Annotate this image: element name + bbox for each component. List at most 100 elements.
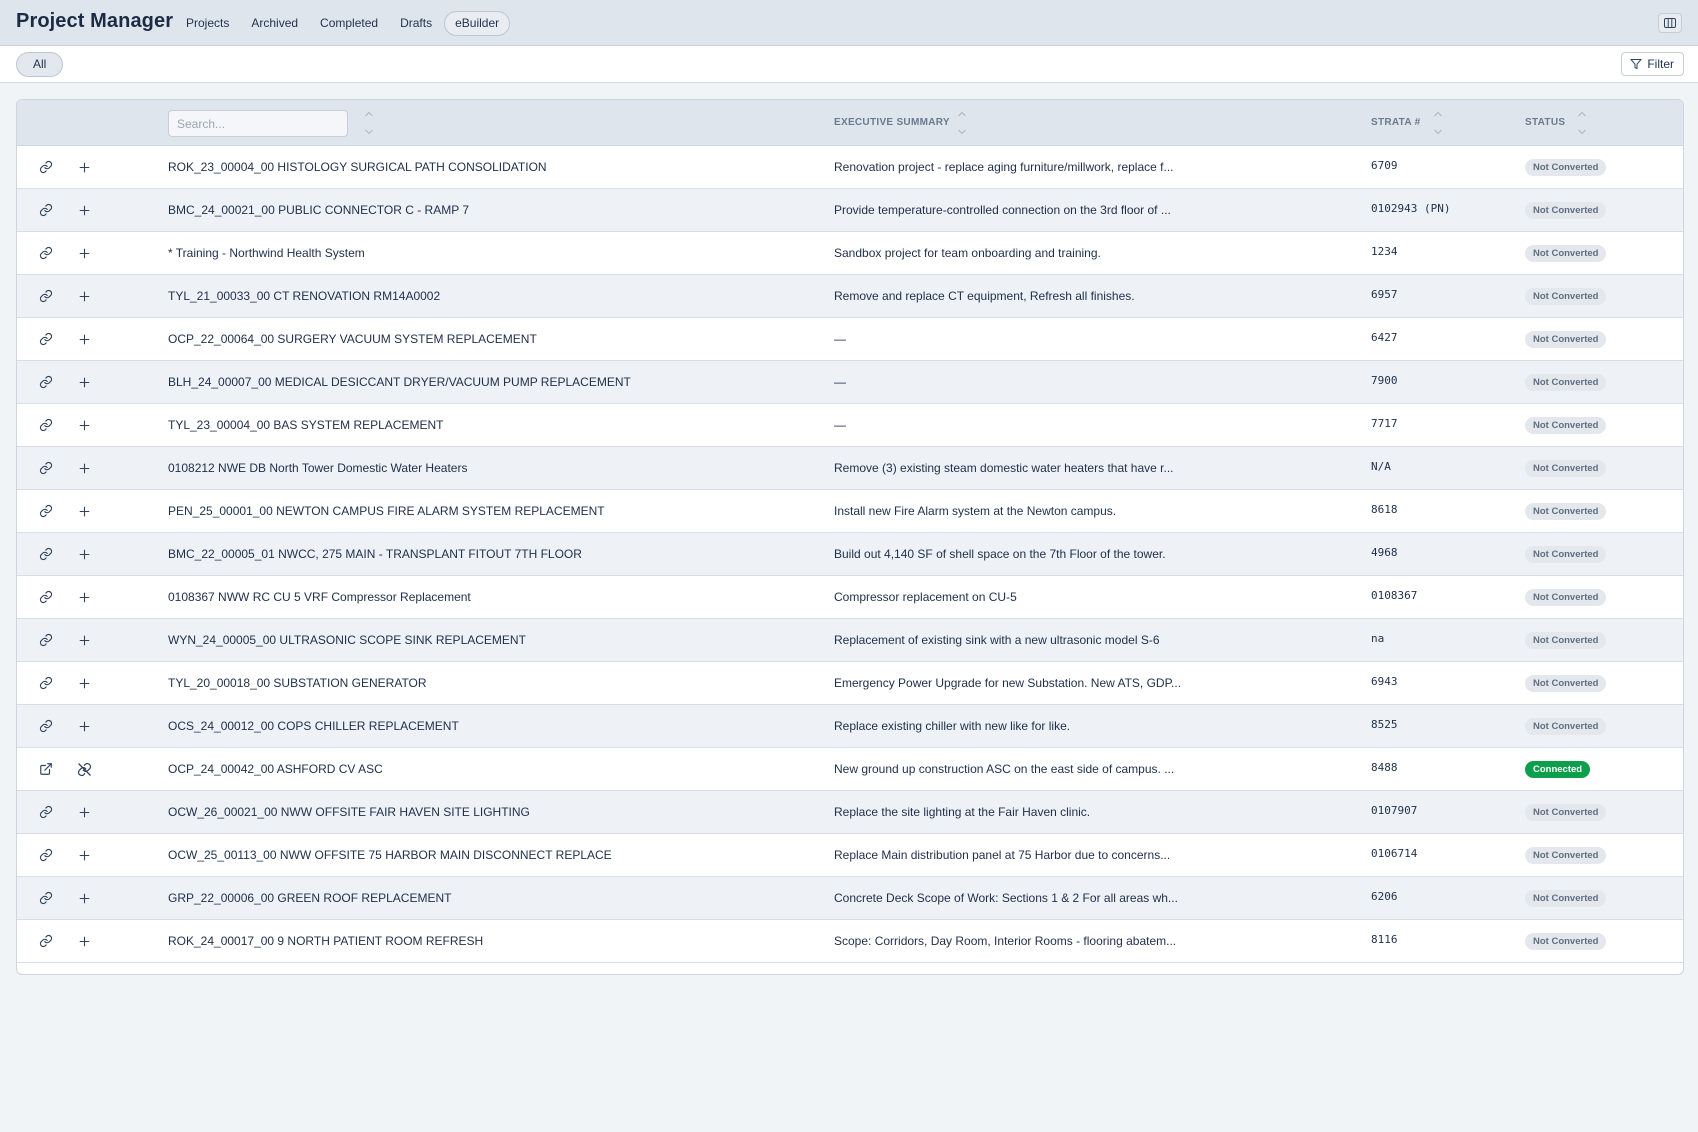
project-name[interactable]: OCW_25_00113_00 NWW OFFSITE 75 HARBOR MA… (168, 848, 612, 862)
table-row: TYL_20_00018_00 SUBSTATION GENERATOR Emer… (17, 662, 1683, 705)
status-badge: Connected (1525, 761, 1591, 778)
link-button[interactable] (37, 889, 55, 907)
add-button[interactable] (75, 330, 93, 348)
sort-status-icon[interactable] (1577, 110, 1587, 136)
status-badge: Not Converted (1525, 589, 1607, 606)
filter-button[interactable]: Filter (1621, 52, 1684, 76)
link-button[interactable] (37, 588, 55, 606)
app-title: Project Manager (16, 10, 174, 32)
link-icon (39, 289, 53, 303)
add-button[interactable] (75, 631, 93, 649)
link-button[interactable] (37, 373, 55, 391)
table-row: OCW_26_00021_00 NWW OFFSITE FAIR HAVEN S… (17, 791, 1683, 834)
add-button[interactable] (75, 889, 93, 907)
unlink-button[interactable] (75, 760, 93, 778)
link-button[interactable] (37, 717, 55, 735)
link-button[interactable] (37, 416, 55, 434)
add-button[interactable] (75, 244, 93, 262)
project-name[interactable]: GRP_22_00006_00 GREEN ROOF REPLACEMENT (168, 891, 451, 905)
link-button[interactable] (37, 459, 55, 477)
project-name[interactable]: 0108367 NWW RC CU 5 VRF Compressor Repla… (168, 590, 471, 604)
add-button[interactable] (75, 674, 93, 692)
plus-icon (79, 721, 89, 731)
add-button[interactable] (75, 201, 93, 219)
link-icon (39, 805, 53, 819)
project-name[interactable]: OCP_24_00042_00 ASHFORD CV ASC (168, 762, 383, 776)
plus-icon (79, 893, 89, 903)
project-name[interactable]: OCP_22_00064_00 SURGERY VACUUM SYSTEM RE… (168, 332, 537, 346)
project-name[interactable]: WYN_24_00005_00 ULTRASONIC SCOPE SINK RE… (168, 633, 526, 647)
status-badge: Not Converted (1525, 632, 1607, 649)
executive-summary: Remove and replace CT equipment, Refresh… (834, 289, 1135, 303)
link-button[interactable] (37, 932, 55, 950)
tab-archived[interactable]: Archived (241, 11, 308, 36)
strata-number: 8618 (1371, 503, 1398, 516)
project-name[interactable]: BLH_24_00007_00 MEDICAL DESICCANT DRYER/… (168, 375, 631, 389)
project-name[interactable]: * Training - Northwind Health System (168, 246, 365, 260)
project-name[interactable]: TYL_21_00033_00 CT RENOVATION RM14A0002 (168, 289, 440, 303)
chip-all[interactable]: All (16, 52, 64, 77)
executive-summary: Emergency Power Upgrade for new Substati… (834, 676, 1182, 690)
executive-summary: — (834, 375, 846, 389)
link-button[interactable] (37, 287, 55, 305)
table-row: ROK_24_00017_00 9 NORTH PATIENT ROOM REF… (17, 920, 1683, 963)
add-button[interactable] (75, 459, 93, 477)
link-button[interactable] (37, 631, 55, 649)
add-button[interactable] (75, 502, 93, 520)
link-icon (39, 160, 53, 174)
table-row: ROK_23_00004_00 HISTOLOGY SURGICAL PATH … (17, 146, 1683, 189)
link-icon (39, 547, 53, 561)
link-icon (39, 676, 53, 690)
sort-strata-icon[interactable] (1433, 110, 1443, 136)
status-badge: Not Converted (1525, 718, 1607, 735)
search-input[interactable] (168, 110, 348, 137)
add-button[interactable] (75, 717, 93, 735)
executive-summary: Renovation project - replace aging furni… (834, 160, 1174, 174)
link-button[interactable] (37, 330, 55, 348)
link-button[interactable] (37, 803, 55, 821)
add-button[interactable] (75, 416, 93, 434)
sort-name-icon[interactable] (364, 110, 374, 136)
project-name[interactable]: ROK_24_00017_00 9 NORTH PATIENT ROOM REF… (168, 934, 483, 948)
add-button[interactable] (75, 932, 93, 950)
link-button[interactable] (37, 674, 55, 692)
external-link-icon (40, 763, 52, 775)
link-button[interactable] (37, 846, 55, 864)
project-name[interactable]: TYL_23_00004_00 BAS SYSTEM REPLACEMENT (168, 418, 443, 432)
project-name[interactable]: BMC_24_00021_00 PUBLIC CONNECTOR C - RAM… (168, 203, 469, 217)
add-button[interactable] (75, 846, 93, 864)
add-button[interactable] (75, 803, 93, 821)
tab-completed[interactable]: Completed (310, 11, 388, 36)
link-button[interactable] (37, 201, 55, 219)
strata-number: 7717 (1371, 417, 1398, 430)
project-name[interactable]: BMC_22_00005_01 NWCC, 275 MAIN - TRANSPL… (168, 547, 582, 561)
project-name[interactable]: PEN_25_00001_00 NEWTON CAMPUS FIRE ALARM… (168, 504, 605, 518)
executive-summary: Build out 4,140 SF of shell space on the… (834, 547, 1166, 561)
open-link-button[interactable] (37, 760, 55, 778)
link-button[interactable] (37, 158, 55, 176)
add-button[interactable] (75, 287, 93, 305)
add-button[interactable] (75, 545, 93, 563)
link-button[interactable] (37, 502, 55, 520)
plus-icon (79, 463, 89, 473)
tab-ebuilder[interactable]: eBuilder (444, 11, 511, 36)
sort-summary-icon[interactable] (957, 110, 967, 136)
status-badge: Not Converted (1525, 804, 1607, 821)
project-name[interactable]: ROK_23_00004_00 HISTOLOGY SURGICAL PATH … (168, 160, 547, 174)
link-button[interactable] (37, 545, 55, 563)
tab-projects[interactable]: Projects (176, 11, 239, 36)
status-badge: Not Converted (1525, 374, 1607, 391)
executive-summary: Replace existing chiller with new like f… (834, 719, 1071, 733)
link-button[interactable] (37, 244, 55, 262)
tab-drafts[interactable]: Drafts (390, 11, 442, 36)
project-name[interactable]: OCW_26_00021_00 NWW OFFSITE FAIR HAVEN S… (168, 805, 530, 819)
add-button[interactable] (75, 373, 93, 391)
project-name[interactable]: TYL_20_00018_00 SUBSTATION GENERATOR (168, 676, 427, 690)
project-name[interactable]: OCS_24_00012_00 COPS CHILLER REPLACEMENT (168, 719, 459, 733)
project-name[interactable]: 0108212 NWE DB North Tower Domestic Wate… (168, 461, 467, 475)
executive-summary: Compressor replacement on CU-5 (834, 590, 1017, 604)
add-button[interactable] (75, 588, 93, 606)
header-status: STATUS (1525, 117, 1566, 128)
add-button[interactable] (75, 158, 93, 176)
panel-toggle-button[interactable] (1658, 13, 1682, 33)
